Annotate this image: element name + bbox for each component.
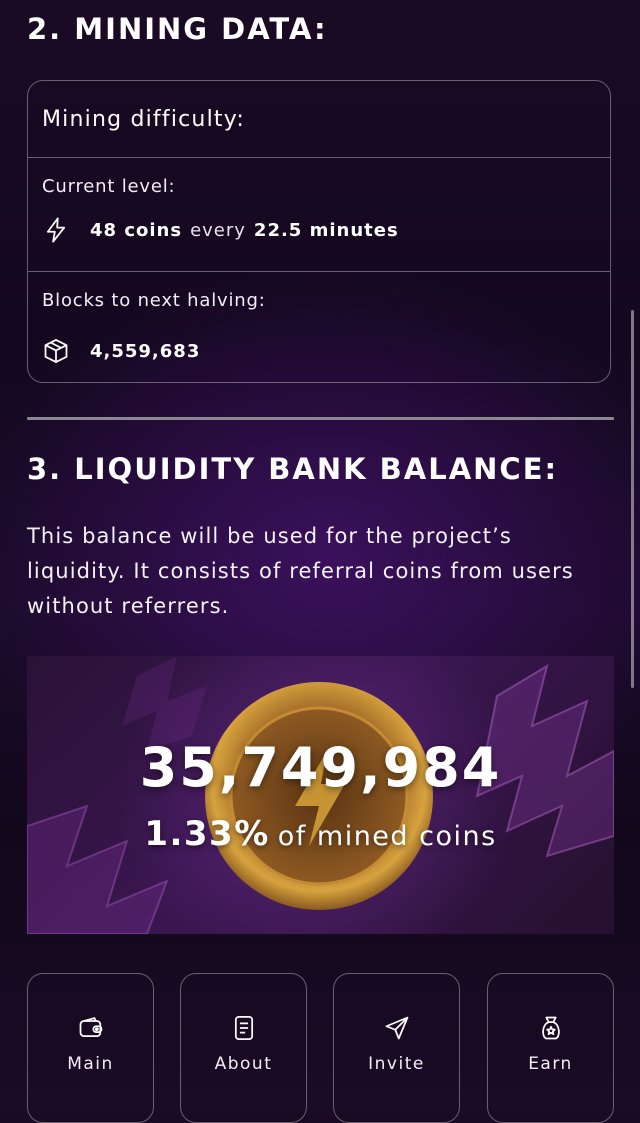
mining-difficulty-heading: Mining difficulty: <box>42 107 245 132</box>
halving-label: Blocks to next halving: <box>42 290 266 311</box>
section-divider <box>27 417 614 420</box>
percent-value: 1.33% <box>144 814 270 854</box>
bag-icon <box>541 1016 560 1040</box>
interval-value: 22.5 minutes <box>253 219 399 241</box>
mining-data-card: Mining difficulty: Current level: 48 coi… <box>27 80 611 383</box>
lightning-icon <box>46 217 66 243</box>
nav-button-earn[interactable]: Earn <box>487 973 614 1123</box>
current-level-value: 48 coins every 22.5 minutes <box>42 216 399 244</box>
nav-label-main: Main <box>67 1054 114 1074</box>
liquidity-description: This balance will be used for the projec… <box>27 524 574 618</box>
every-text: every <box>190 219 246 241</box>
current-level-label: Current level: <box>42 176 176 197</box>
halving-value-line: 4,559,683 <box>42 337 200 365</box>
send-icon <box>385 1016 408 1040</box>
halving-blocks-value: 4,559,683 <box>90 340 201 362</box>
mined-coins-percentage: 1.33% of mined coins <box>27 814 614 854</box>
nav-button-about[interactable]: About <box>180 973 307 1123</box>
nav-label-earn: Earn <box>528 1054 573 1074</box>
current-level-row: Current level: 48 coins every 22.5 minut… <box>28 158 610 272</box>
scrollbar[interactable] <box>631 310 634 688</box>
liquidity-balance-value: 35,749,984 <box>139 736 502 799</box>
percent-caption: of mined coins <box>277 821 497 852</box>
nav-label-about: About <box>214 1054 273 1074</box>
nav-label-invite: Invite <box>368 1054 425 1074</box>
box-icon <box>44 339 68 363</box>
coins-amount: 48 coins <box>90 219 183 241</box>
halving-row: Blocks to next halving: 4,559,683 <box>28 272 610 382</box>
nav-button-invite[interactable]: Invite <box>333 973 460 1123</box>
section-title-mining-data: 2. MINING DATA: <box>27 12 328 46</box>
section-title-liquidity-bank: 3. LIQUIDITY BANK BALANCE: <box>27 452 559 486</box>
nav-button-main[interactable]: Main <box>27 973 154 1123</box>
wallet-icon <box>79 1017 102 1038</box>
document-icon <box>234 1016 253 1040</box>
liquidity-balance-banner: 35,749,984 1.33% of mined coins <box>27 656 614 934</box>
mining-difficulty-header: Mining difficulty: <box>28 81 610 158</box>
